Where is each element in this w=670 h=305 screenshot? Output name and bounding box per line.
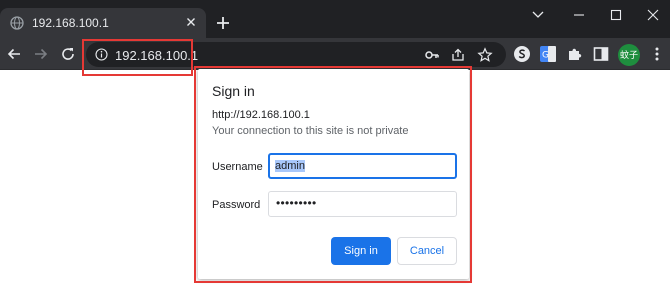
window-close-icon[interactable] bbox=[643, 8, 663, 22]
svg-text:G: G bbox=[542, 51, 549, 61]
tab-strip: 192.168.100.1 bbox=[0, 0, 670, 38]
bookmark-star-icon[interactable] bbox=[477, 47, 493, 63]
minimize-icon[interactable] bbox=[569, 8, 589, 22]
more-vert-icon[interactable] bbox=[648, 45, 666, 63]
back-arrow-icon[interactable] bbox=[5, 45, 23, 63]
forward-arrow-icon[interactable] bbox=[32, 45, 50, 63]
chevron-down-icon[interactable] bbox=[528, 8, 548, 22]
puzzle-icon[interactable] bbox=[566, 45, 584, 63]
share-icon[interactable] bbox=[450, 47, 466, 63]
address-highlight-box bbox=[82, 39, 193, 76]
dialog-highlight-box bbox=[194, 66, 472, 283]
new-tab-icon[interactable] bbox=[214, 14, 232, 32]
translate-icon[interactable]: G bbox=[539, 45, 557, 63]
extension-s-icon[interactable] bbox=[513, 45, 531, 63]
key-icon[interactable] bbox=[424, 47, 440, 63]
tab-title: 192.168.100.1 bbox=[32, 16, 109, 30]
close-tab-icon[interactable] bbox=[183, 14, 199, 30]
reload-icon[interactable] bbox=[59, 45, 77, 63]
globe-icon bbox=[10, 16, 24, 30]
profile-avatar[interactable]: 蚊子 bbox=[618, 44, 640, 66]
sidepanel-icon[interactable] bbox=[592, 45, 610, 63]
maximize-icon[interactable] bbox=[606, 8, 626, 22]
browser-tab[interactable]: 192.168.100.1 bbox=[0, 8, 206, 38]
